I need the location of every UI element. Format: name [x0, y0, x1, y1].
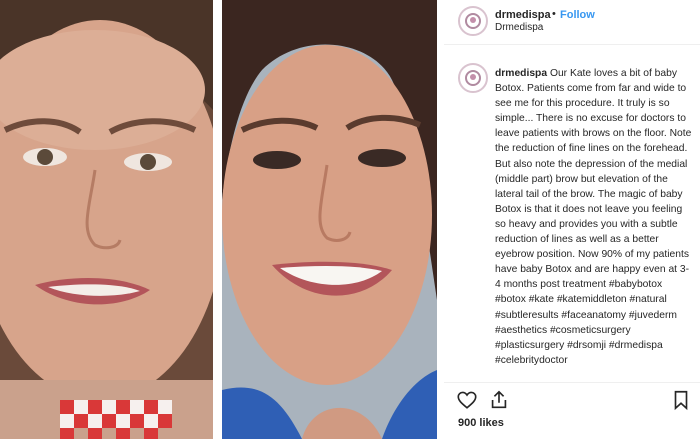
profile-avatar[interactable] [458, 6, 488, 36]
post-sidebar: drmedispa • Follow Drmedispa drmedispa O… [444, 0, 700, 439]
follow-button[interactable]: Follow [560, 9, 595, 21]
after-photo [222, 0, 437, 439]
caption-username[interactable]: drmedispa [495, 68, 547, 79]
header-subtitle: Drmedispa [495, 22, 544, 33]
caption-avatar[interactable] [458, 63, 488, 93]
actions-divider [444, 382, 700, 383]
header-separator: • [552, 8, 556, 20]
bookmark-icon[interactable] [670, 389, 692, 411]
avatar-dot [470, 74, 476, 80]
photo-divider [213, 0, 222, 439]
post-caption: drmedispa Our Kate loves a bit of baby B… [495, 66, 693, 368]
avatar-dot [470, 17, 476, 23]
header-username[interactable]: drmedispa [495, 9, 551, 21]
caption-text: Our Kate loves a bit of baby Botox. Pati… [495, 68, 692, 366]
share-icon[interactable] [488, 389, 510, 411]
like-count[interactable]: 900 likes [458, 417, 504, 429]
post-header: drmedispa • Follow Drmedispa [444, 0, 700, 45]
instagram-post: drmedispa • Follow Drmedispa drmedispa O… [0, 0, 700, 439]
before-photo [0, 0, 213, 439]
heart-icon[interactable] [456, 389, 478, 411]
